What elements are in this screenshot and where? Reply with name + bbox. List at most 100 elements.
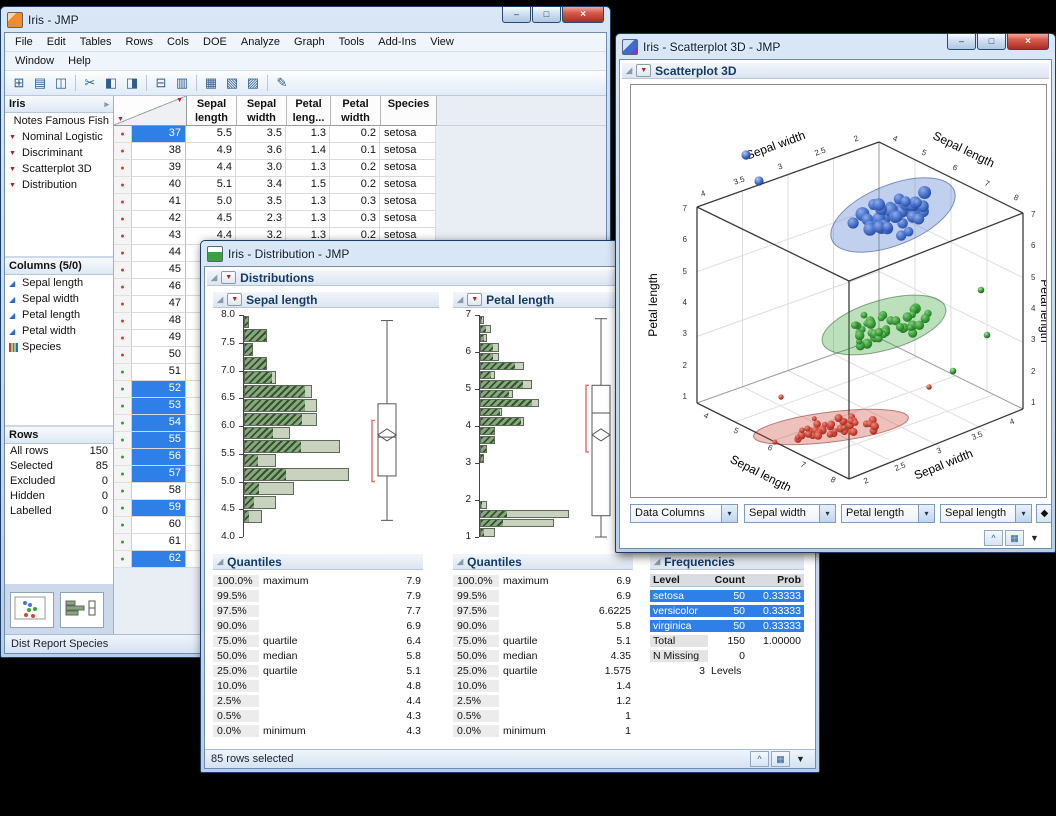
column-header-species-[interactable]: Species [381,96,437,126]
print-preview-icon[interactable]: ▥ [172,74,192,93]
row-state-cell[interactable]: ● [114,364,132,381]
row-state-cell[interactable]: ● [114,228,132,245]
cell[interactable]: 4.4 [186,160,236,177]
chevron-down-icon[interactable]: ▾ [721,505,737,522]
histogram-bar[interactable] [244,482,294,495]
disclosure-icon[interactable]: ◢ [211,273,217,282]
cell[interactable]: setosa [380,194,436,211]
sidebar-item-scatterplot-3d[interactable]: ▼Scatterplot 3D [5,161,113,177]
row-number[interactable]: 43 [132,228,186,245]
cell[interactable]: 5.0 [186,194,236,211]
table-row[interactable]: ●384.93.61.40.1setosa [114,143,606,160]
histogram-bar[interactable] [244,510,262,523]
scatterplot3d-header[interactable]: ◢ ▼ Scatterplot 3D [622,62,1049,79]
histogram-bar[interactable] [480,408,502,416]
histogram-bar[interactable] [480,325,491,333]
histogram-bar[interactable] [244,468,349,481]
row-state-cell[interactable]: ● [114,211,132,228]
row-state-cell[interactable]: ● [114,160,132,177]
minimize-button[interactable]: – [502,7,531,23]
chevron-down-icon[interactable]: ▾ [1015,505,1031,522]
row-state-cell[interactable]: ● [114,245,132,262]
row-state-cell[interactable]: ● [114,415,132,432]
cell[interactable]: 0.1 [330,143,380,160]
cut-icon[interactable]: ✂ [80,74,100,93]
annotate-icon[interactable]: ✎ [272,74,292,93]
cell[interactable]: 3.6 [236,143,286,160]
column-header-petal-width[interactable]: Petalwidth [331,96,381,126]
cell[interactable]: 3.0 [236,160,286,177]
data-columns-dropdown[interactable]: Data Columns▾ [630,504,738,523]
menu-window[interactable]: Window [8,54,61,68]
row-number[interactable]: 52 [132,381,186,398]
row-state-cell[interactable]: ● [114,330,132,347]
disclosure-icon[interactable]: ◢ [217,295,223,304]
row-state-cell[interactable]: ● [114,551,132,568]
row-number[interactable]: 51 [132,364,186,381]
cell[interactable]: 1.3 [286,194,330,211]
cell[interactable]: 1.3 [286,211,330,228]
histogram-bar[interactable] [244,427,290,440]
disclosure-icon[interactable]: ◢ [654,557,660,566]
row-number[interactable]: 41 [132,194,186,211]
histogram-bar[interactable] [480,343,499,351]
histogram-bar[interactable] [480,510,569,518]
column-item-sepal-length[interactable]: ◢Sepal length [5,275,113,291]
row-state-cell[interactable]: ● [114,398,132,415]
histogram-bar[interactable] [480,380,532,388]
column-item-species[interactable]: Species [5,339,113,355]
data-table-icon[interactable]: ▦ [201,74,221,93]
ellipsoid-versicolor[interactable] [816,283,953,366]
histogram-bar[interactable] [480,528,495,536]
section-header-sepal-length[interactable]: ◢▼Sepal length [213,291,439,308]
columns-panel-header[interactable]: Columns (5/0) [5,258,113,275]
menu-edit[interactable]: Edit [40,35,73,49]
column-item-petal-length[interactable]: ◢Petal length [5,307,113,323]
histogram-bar[interactable] [480,454,484,462]
cell[interactable]: 0.3 [330,211,380,228]
histogram-bar[interactable] [244,385,312,398]
cell[interactable]: 1.4 [286,143,330,160]
disclosure-icon[interactable]: ◢ [217,557,223,566]
table-row[interactable]: ●394.43.01.30.2setosa [114,160,606,177]
rows-panel-header[interactable]: Rows [5,427,113,444]
histogram-bar[interactable] [480,399,539,407]
histogram-bar[interactable] [244,440,340,453]
menu-tables[interactable]: Tables [73,35,119,49]
window-scatterplot3d[interactable]: Iris - Scatterplot 3D - JMP – □ × ◢ ▼ Sc… [615,33,1056,553]
point-setosa[interactable] [778,394,783,399]
new-journal-icon[interactable]: ⊞ [9,74,29,93]
quantiles-header-sepal-length[interactable]: ◢Quantiles [213,553,423,570]
cell[interactable]: 4.9 [186,143,236,160]
disclosure-icon[interactable]: ◢ [457,557,463,566]
column-header-sepal-length[interactable]: Sepallength [187,96,237,126]
frequency-row-virginica[interactable]: virginica500.33333 [650,618,804,633]
row-number[interactable]: 55 [132,432,186,449]
paste-icon[interactable]: ◨ [122,74,142,93]
menu-graph[interactable]: Graph [287,35,332,49]
histogram-bar[interactable] [480,445,487,453]
row-state-cell[interactable]: ● [114,381,132,398]
chevron-down-icon[interactable]: ▾ [918,505,934,522]
row-number[interactable]: 62 [132,551,186,568]
point-virginica[interactable] [754,176,763,185]
column-header-petal-leng-[interactable]: Petalleng... [287,96,331,126]
thumbnail-scatterplot[interactable] [10,592,54,628]
row-state-cell[interactable]: ● [114,126,132,143]
cell[interactable]: 1.5 [286,177,330,194]
menu-help[interactable]: Help [61,54,98,68]
cell[interactable]: setosa [380,177,436,194]
menu-analyze[interactable]: Analyze [234,35,287,49]
sidebar-item-distribution[interactable]: ▼Distribution [5,177,113,193]
table-panel-header[interactable]: Iris ▸ [5,96,113,113]
cell[interactable]: 0.2 [330,177,380,194]
scatterplot-3d-plot[interactable]: 43.532.5245678765432176543214567822.533.… [630,84,1047,498]
red-triangle-icon[interactable]: ▼ [9,134,18,141]
row-state-cell[interactable]: ● [114,534,132,551]
cell[interactable]: 2.3 [236,211,286,228]
histogram-bar[interactable] [244,371,276,384]
rows-menu-icon[interactable]: ▼ [117,116,124,123]
row-number[interactable]: 58 [132,483,186,500]
quantiles-header-petal-length[interactable]: ◢Quantiles [453,553,633,570]
row-number[interactable]: 59 [132,500,186,517]
